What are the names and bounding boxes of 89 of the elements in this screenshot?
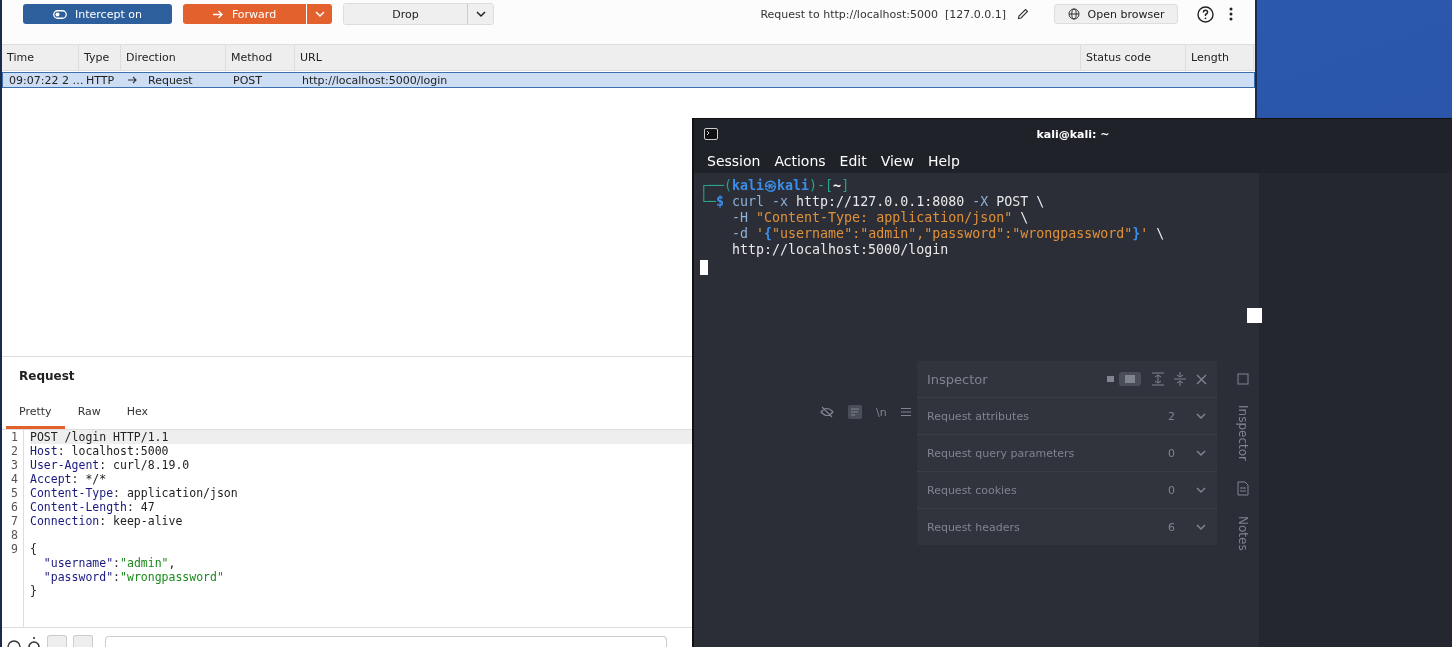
pencil-icon[interactable] [1017, 8, 1029, 20]
help-icon[interactable] [7, 637, 21, 647]
document-icon [1237, 481, 1249, 496]
terminal-line: -d '{"username":"admin","password":"wrongpassword"}' \ [731, 226, 1166, 242]
terminal-line: └─$ curl -x http://127.0.0.1:8080 -X POST \ [700, 194, 1046, 210]
line-number: 5 [11, 486, 18, 500]
caret-icon [1195, 486, 1207, 494]
caret-icon [1195, 523, 1207, 531]
table-cell: POST [233, 73, 262, 87]
count: 0 [1168, 483, 1175, 497]
table-cell: HTTP [86, 73, 115, 87]
line-number: 6 [11, 500, 18, 514]
side-tab[interactable]: Notes [1236, 516, 1250, 551]
terminal-icon [704, 128, 718, 140]
menu-icon[interactable] [900, 407, 911, 417]
cursor-block [1247, 308, 1262, 323]
menu-item[interactable]: Actions [774, 153, 826, 169]
menu-item[interactable]: View [880, 153, 914, 169]
inspector-icon [1237, 373, 1249, 385]
drop-dropdown-button[interactable] [467, 4, 493, 24]
code-line: "username":"admin", [42, 556, 176, 570]
request-target-text: Request to http://localhost:5000 [127.0.0.1] [760, 7, 1006, 21]
inspector-title: Inspector [927, 371, 989, 387]
column-header[interactable]: Status code [1081, 45, 1186, 70]
forward-button[interactable]: Forward [183, 4, 306, 24]
column-header[interactable]: Time [2, 45, 79, 70]
panel-title: Request [19, 369, 75, 385]
menu-item[interactable]: Help [927, 153, 960, 169]
arrow-right-icon [128, 76, 138, 84]
code-line: Content-Length: 47 [30, 500, 155, 514]
code-line: POST /login HTTP/1.1 [30, 430, 169, 444]
count: 6 [1168, 520, 1175, 534]
code-line: Connection: keep-alive [30, 514, 183, 528]
caret-icon [1195, 449, 1207, 457]
code-line: User-Agent: curl/8.19.0 [30, 458, 190, 472]
terminal-line: -H "Content-Type: application/json" \ [731, 210, 1030, 226]
arrow-right-icon [212, 9, 224, 19]
line-number: 7 [11, 514, 18, 528]
globe-icon [1067, 8, 1080, 20]
layout-icon[interactable] [1106, 372, 1142, 386]
code-line: Accept: */* [30, 472, 107, 486]
menu-item[interactable]: Session [707, 153, 761, 169]
gear-icon[interactable] [27, 637, 41, 647]
intercept-toggle-button[interactable]: Intercept on [23, 4, 172, 24]
column-header[interactable]: URL [295, 45, 1081, 70]
caret-icon [474, 10, 487, 18]
caret-icon [313, 10, 326, 18]
column-header[interactable]: Length [1186, 45, 1254, 70]
column-header[interactable]: Direction [121, 45, 226, 70]
view-tab[interactable]: Hex [113, 405, 162, 429]
forward-dropdown-button[interactable] [306, 4, 332, 24]
open-browser-button[interactable]: Open browser [1054, 4, 1178, 24]
terminal-line: ┌──(kali㉿kali)-[~] [700, 178, 851, 194]
close-icon[interactable] [1196, 373, 1207, 385]
more-options-icon[interactable] [1229, 7, 1233, 21]
table-cell: 09:07:22 2 … [9, 73, 84, 87]
view-tab[interactable]: Raw [64, 405, 114, 429]
search-field[interactable] [105, 636, 667, 647]
newline-toggle[interactable]: \n [876, 405, 887, 419]
table-cell: http://localhost:5000/login [302, 73, 448, 87]
window-title: kali@kali: ~ [1036, 127, 1110, 141]
collapse-icon[interactable] [1174, 372, 1186, 386]
text-cursor [700, 260, 708, 275]
side-tab[interactable]: Inspector [1236, 405, 1250, 461]
code-line: Content-Type: application/json [30, 486, 238, 500]
line-number: 8 [11, 528, 18, 542]
code-line: { [30, 542, 37, 556]
line-number: 3 [11, 458, 18, 472]
column-header[interactable]: Type [79, 45, 121, 70]
line-number: 2 [11, 444, 18, 458]
line-number: 4 [11, 472, 18, 486]
help-icon[interactable] [1197, 5, 1214, 23]
table-cell: Request [148, 73, 193, 87]
eye-off-icon[interactable] [820, 406, 834, 418]
count: 2 [1168, 409, 1175, 423]
code-line: Host: localhost:5000 [30, 444, 169, 458]
toggle-icon [53, 9, 68, 19]
code-line: "password":"wrongpassword" [42, 570, 224, 584]
count: 0 [1168, 446, 1175, 460]
table-row[interactable]: 09:07:22 2 … HTTP Request POST http://localhost:5000/login [2, 72, 1255, 88]
drop-button[interactable]: Drop [344, 4, 467, 24]
menu-item[interactable]: Edit [839, 153, 867, 169]
terminal-line: http://localhost:5000/login [731, 242, 950, 258]
expand-icon[interactable] [1152, 372, 1164, 386]
column-header[interactable]: Method [226, 45, 295, 70]
line-number: 9 [11, 542, 18, 556]
line-number: 1 [11, 430, 18, 444]
caret-icon [1195, 412, 1207, 420]
code-line: } [30, 584, 37, 598]
